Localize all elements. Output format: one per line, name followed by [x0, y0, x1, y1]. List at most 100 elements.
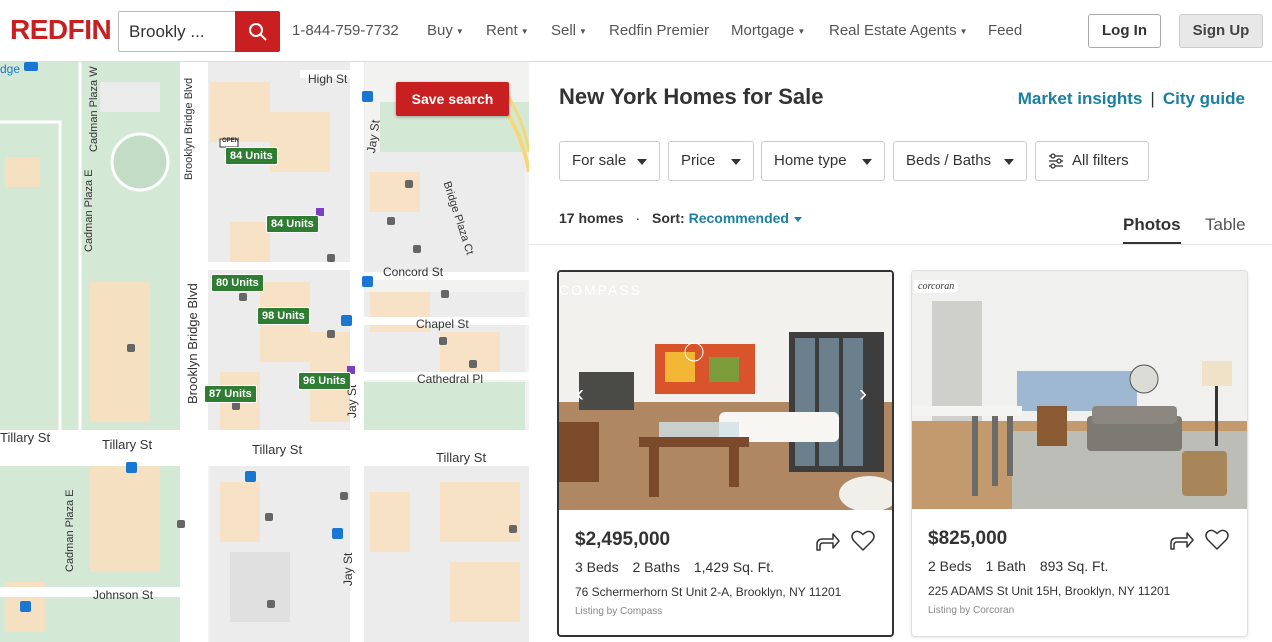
listing-card[interactable]: corcoran $825,000 2 Beds 1 Bath 893 Sq. … — [911, 270, 1248, 637]
listing-address[interactable]: 225 ADAMS St Unit 15H, Brooklyn, NY 1120… — [928, 584, 1170, 598]
filter-for-sale[interactable]: For sale — [559, 141, 660, 181]
nav-rent-label: Rent — [486, 22, 518, 39]
street-high-st: High St — [308, 72, 348, 86]
nav-feed[interactable]: Feed — [988, 22, 1022, 39]
street-tillary-1: Tillary St — [0, 430, 51, 445]
chevron-down-icon: ▼ — [797, 26, 806, 36]
listing-sqft: 893 Sq. Ft. — [1039, 558, 1109, 574]
listing-address[interactable]: 76 Schermerhorn St Unit 2-A, Brooklyn, N… — [575, 585, 841, 599]
nav-feed-label: Feed — [988, 22, 1023, 39]
search-input[interactable]: Brookly ... — [129, 22, 229, 42]
street-chapel-st: Chapel St — [416, 317, 469, 331]
map-pin[interactable]: 87 Units — [204, 385, 257, 403]
search-icon — [249, 23, 267, 41]
heart-icon[interactable] — [1204, 528, 1230, 552]
sort-label: Sort: — [652, 210, 685, 226]
chevron-left-icon[interactable]: ‹ — [576, 380, 596, 407]
filter-price-label: Price — [681, 152, 716, 169]
search-button[interactable] — [235, 11, 280, 52]
listing-by: Listing by Compass — [575, 606, 663, 617]
share-icon[interactable] — [1169, 529, 1195, 551]
nav-premier-label: Redfin Premier — [609, 22, 710, 39]
open-badge: OPEN — [222, 138, 240, 144]
listing-card[interactable]: COMPASS ‹ › $2,495,000 3 Beds 2 Baths 1,… — [557, 270, 894, 637]
chevron-down-icon: ▼ — [959, 26, 968, 36]
listing-photo[interactable]: corcoran — [912, 271, 1247, 509]
chevron-down-icon: ▼ — [579, 26, 587, 36]
street-jay-st-bottom: Jay St — [341, 552, 355, 586]
chevron-down-icon: ▼ — [520, 26, 529, 36]
listing-stats: 3 Beds 2 Baths 1,429 Sq. Ft. — [575, 559, 784, 575]
map-pin[interactable]: 80 Units — [211, 274, 264, 292]
nav-buy-label: Buy — [427, 22, 453, 39]
search-box[interactable]: Brookly ... — [118, 11, 280, 52]
listing-sqft: 1,429 Sq. Ft. — [693, 559, 775, 575]
listing-baths: 2 Baths — [632, 559, 680, 575]
listing-price: $825,000 — [928, 528, 1008, 549]
city-guide-link[interactable]: City guide — [1163, 89, 1245, 108]
chevron-right-icon[interactable]: › — [859, 380, 879, 407]
share-icon[interactable] — [815, 530, 841, 552]
map-pin[interactable]: 98 Units — [257, 307, 310, 325]
map-pin[interactable]: 84 Units — [266, 215, 319, 233]
chevron-down-icon: ▼ — [455, 26, 464, 36]
filter-beds-baths-label: Beds / Baths — [906, 152, 992, 169]
heart-icon[interactable] — [850, 529, 876, 553]
chevron-down-icon — [731, 159, 741, 165]
nav-agents-label: Real Estate Agents — [829, 22, 957, 39]
street-tillary-3: Tillary St — [252, 442, 303, 457]
listing-baths: 1 Bath — [985, 558, 1026, 574]
nav-mortgage[interactable]: Mortgage ▼ — [731, 22, 805, 39]
street-tillary-2: Tillary St — [102, 437, 153, 452]
filter-home-type[interactable]: Home type — [761, 141, 885, 181]
brand-logo: corcoran — [914, 280, 959, 293]
redfin-logo[interactable]: REDFIN — [10, 14, 112, 46]
nav-mortgage-label: Mortgage — [731, 22, 795, 39]
nav-buy[interactable]: Buy ▼ — [427, 22, 464, 39]
tab-photos[interactable]: Photos — [1123, 215, 1181, 245]
chevron-down-icon — [862, 159, 872, 165]
filter-home-type-label: Home type — [774, 152, 847, 169]
sort-dropdown[interactable]: Recommended — [689, 210, 789, 226]
listing-by: Listing by Corcoran — [928, 605, 1015, 616]
filter-for-sale-label: For sale — [572, 152, 627, 169]
listing-stats: 2 Beds 1 Bath 893 Sq. Ft. — [928, 558, 1118, 574]
map-pin[interactable]: 84 Units — [225, 147, 278, 165]
sliders-icon — [1049, 153, 1063, 169]
phone-number[interactable]: 1-844-759-7732 — [292, 22, 399, 39]
filter-all-filters[interactable]: All filters — [1035, 141, 1149, 181]
nav-sell-label: Sell — [551, 22, 577, 39]
street-cadman-plaza-e-bottom: Cadman Plaza E — [64, 489, 76, 572]
listing-photo[interactable]: COMPASS ‹ › — [559, 272, 892, 510]
filter-beds-baths[interactable]: Beds / Baths — [893, 141, 1027, 181]
link-separator: | — [1150, 89, 1155, 108]
street-cadman-plaza-w: Cadman Plaza W — [88, 66, 100, 152]
chevron-down-icon[interactable] — [793, 216, 802, 222]
results-count: 17 homes — [559, 210, 624, 226]
listing-beds: 3 Beds — [575, 559, 619, 575]
map[interactable]: dge OPEN High St Jay St Concord St Chape… — [0, 62, 529, 642]
map-pin[interactable]: 96 Units — [298, 372, 351, 390]
nav-rent[interactable]: Rent ▼ — [486, 22, 529, 39]
nav-agents[interactable]: Real Estate Agents ▼ — [829, 22, 968, 39]
tab-table[interactable]: Table — [1205, 215, 1246, 235]
signup-button[interactable]: Sign Up — [1179, 14, 1263, 48]
filter-price[interactable]: Price — [668, 141, 754, 181]
street-tillary-4: Tillary St — [436, 450, 487, 465]
street-johnson-st: Johnson St — [93, 588, 154, 602]
save-search-button[interactable]: Save search — [396, 82, 509, 116]
map-label-edge: dge — [0, 62, 21, 76]
chevron-down-icon — [637, 159, 647, 165]
divider — [529, 244, 1272, 245]
market-insights-link[interactable]: Market insights — [1018, 89, 1143, 108]
listing-photo-image — [912, 271, 1247, 509]
results-meta: 17 homes · Sort: Recommended — [559, 210, 802, 226]
results-panel: New York Homes for Sale Market insights |… — [529, 62, 1272, 642]
listing-price: $2,495,000 — [575, 529, 671, 550]
nav-sell[interactable]: Sell ▼ — [551, 22, 587, 39]
street-brooklyn-bridge-blvd-top: Brooklyn Bridge Blvd — [183, 77, 195, 180]
chevron-down-icon — [1004, 159, 1014, 165]
top-header: REDFIN Brookly ... 1-844-759-7732 Buy ▼ R… — [0, 0, 1272, 62]
nav-redfin-premier[interactable]: Redfin Premier — [609, 22, 709, 39]
login-button[interactable]: Log In — [1088, 14, 1161, 48]
